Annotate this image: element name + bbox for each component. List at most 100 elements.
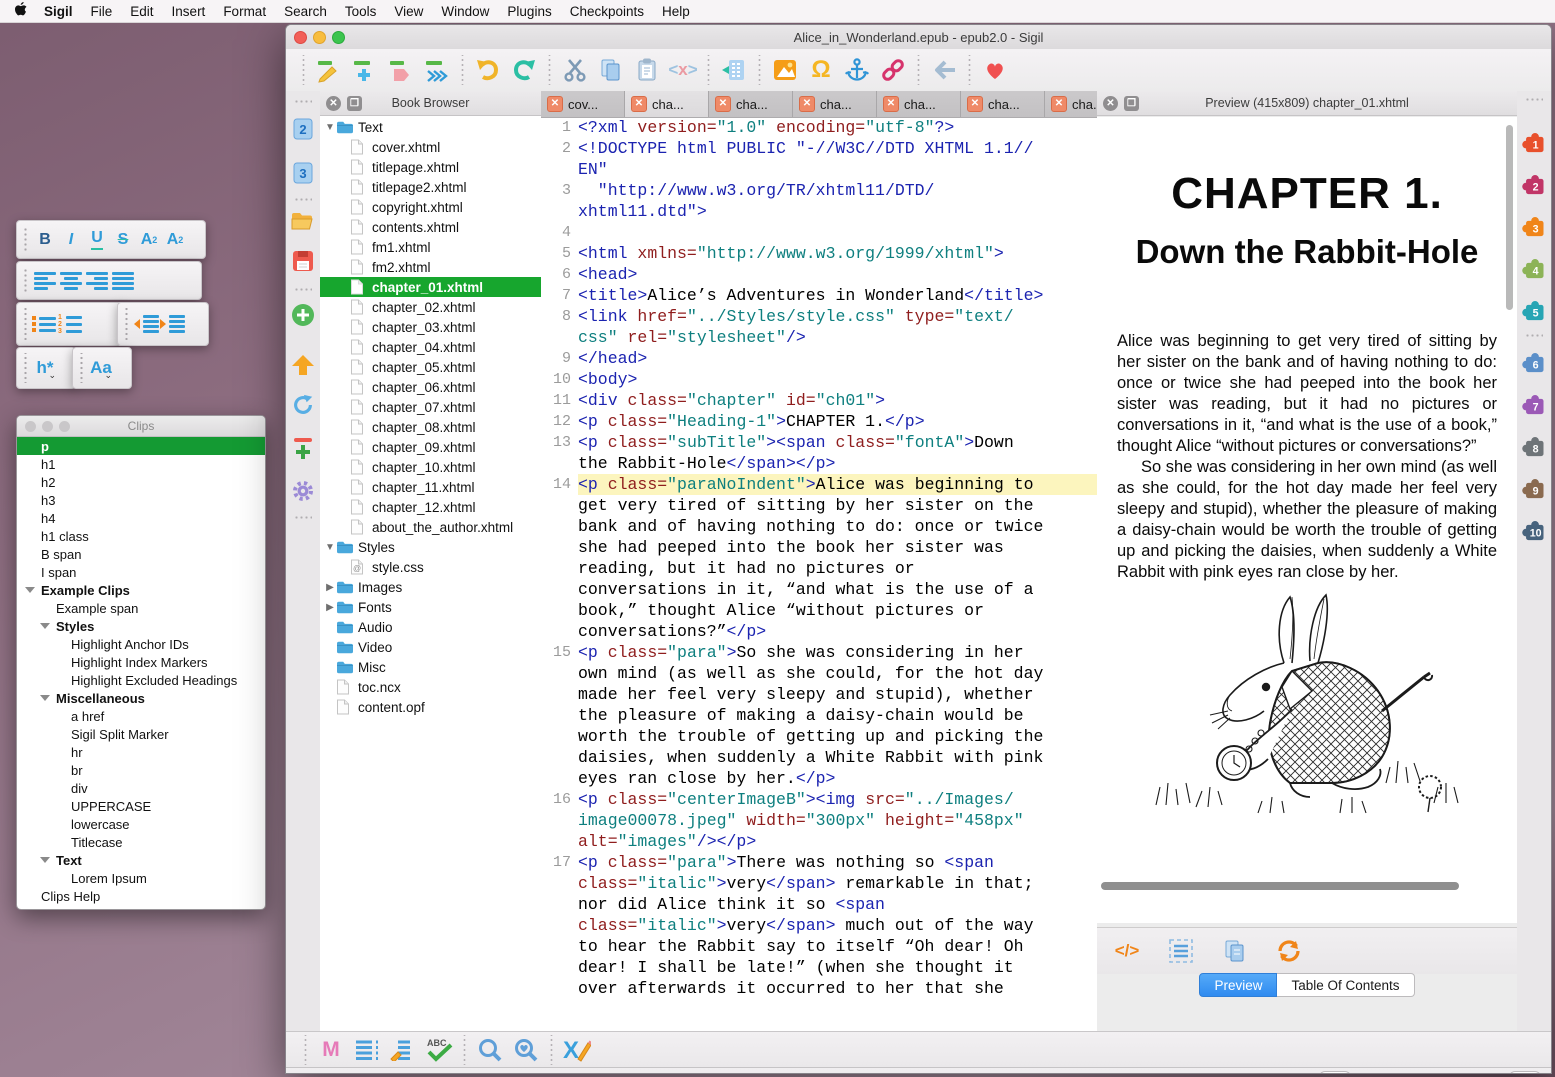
code-line[interactable]: 6<head> <box>541 264 1097 285</box>
spellcheck-icon[interactable]: ABC <box>424 1035 454 1065</box>
tree-file[interactable]: toc.ncx <box>320 677 541 697</box>
split-marker-icon[interactable] <box>291 437 315 461</box>
clip-item[interactable]: h3 <box>17 491 265 509</box>
tree-file[interactable]: content.opf <box>320 697 541 717</box>
donate-heart-icon[interactable] <box>980 55 1010 85</box>
tab-close-icon[interactable]: ✕ <box>631 96 647 112</box>
open-folder-icon[interactable] <box>291 209 315 233</box>
tree-file[interactable]: chapter_09.xhtml <box>320 437 541 457</box>
expand-arrow-icon[interactable]: ▼ <box>324 122 336 133</box>
code-line[interactable]: nor did Alice think it so <span <box>541 894 1097 915</box>
code-line[interactable]: 8<link href="../Styles/style.css" type="… <box>541 306 1097 327</box>
tree-file[interactable]: fm2.xhtml <box>320 257 541 277</box>
code-line[interactable]: book,” thought Alice “without pictures o… <box>541 600 1097 621</box>
find-icon[interactable] <box>475 1035 505 1065</box>
plugin-8-icon[interactable]: 8 <box>1521 433 1548 460</box>
code-line[interactable]: 12<p class="Heading-1">CHAPTER 1.</p> <box>541 411 1097 432</box>
superscript-button[interactable]: A2 <box>162 227 188 253</box>
code-line[interactable]: the Rabbit-Hole</span></p> <box>541 453 1097 474</box>
tab-close-icon[interactable]: ✕ <box>547 96 563 112</box>
tree-file[interactable]: chapter_08.xhtml <box>320 417 541 437</box>
cut-icon[interactable] <box>560 55 590 85</box>
menu-file[interactable]: File <box>82 4 122 19</box>
plugin-6-icon[interactable]: 6 <box>1521 349 1548 376</box>
plugin-4-icon[interactable]: 4 <box>1521 255 1548 282</box>
clip-item[interactable]: h1 <box>17 455 265 473</box>
code-view[interactable]: 1<?xml version="1.0" encoding="utf-8"?>2… <box>541 117 1097 1031</box>
tab-close-icon[interactable]: ✕ <box>883 96 899 112</box>
float-panel-icon[interactable]: ❐ <box>1124 96 1139 111</box>
code-line[interactable]: xhtml11.dtd"> <box>541 201 1097 222</box>
tree-file[interactable]: cover.xhtml <box>320 137 541 157</box>
outdent-button[interactable] <box>133 311 159 337</box>
float-panel-icon[interactable]: ❐ <box>347 96 362 111</box>
code-line[interactable]: 3 "http://www.w3.org/TR/xhtml11/DTD/ <box>541 180 1097 201</box>
tree-folder[interactable]: ▼Styles <box>320 537 541 557</box>
code-line[interactable]: 4 <box>541 222 1097 243</box>
clip-item[interactable]: Styles <box>17 617 265 635</box>
change-case-button[interactable]: Aa⌄ <box>88 355 114 381</box>
clip-item[interactable]: Example span <box>17 599 265 617</box>
clip-item[interactable]: h2 <box>17 473 265 491</box>
tree-file[interactable]: chapter_05.xhtml <box>320 357 541 377</box>
editor-tab[interactable]: ✕cha... <box>709 91 793 117</box>
close-button[interactable] <box>294 31 307 44</box>
tree-file[interactable]: chapter_07.xhtml <box>320 397 541 417</box>
expand-arrow-icon[interactable]: ▶ <box>324 602 336 613</box>
editor-tab[interactable]: ✕cha... <box>793 91 877 117</box>
expand-arrow-icon[interactable]: ▶ <box>324 582 336 593</box>
menu-search[interactable]: Search <box>275 4 336 19</box>
tree-file[interactable]: @style.css <box>320 557 541 577</box>
menu-edit[interactable]: Edit <box>121 4 162 19</box>
clip-item[interactable]: Clips Help <box>17 887 265 905</box>
plugin-1-icon[interactable]: 1 <box>1521 129 1548 156</box>
close-panel-icon[interactable]: ✕ <box>326 96 341 111</box>
tree-file[interactable]: titlepage.xhtml <box>320 157 541 177</box>
code-line[interactable]: 16<p class="centerImageB"><img src="../I… <box>541 789 1097 810</box>
code-line[interactable]: alt="images"/></p> <box>541 831 1097 852</box>
close-button[interactable] <box>25 421 36 432</box>
insert-image-icon[interactable] <box>770 55 800 85</box>
clip-item[interactable]: br <box>17 761 265 779</box>
clip-item[interactable]: Lorem Ipsum <box>17 869 265 887</box>
clip-item[interactable]: UPPERCASE <box>17 797 265 815</box>
code-line[interactable]: 5<html xmlns="http://www.w3.org/1999/xht… <box>541 243 1097 264</box>
tree-file[interactable]: contents.xhtml <box>320 217 541 237</box>
editor-tab[interactable]: ✕cha... <box>877 91 961 117</box>
numbered-list-button[interactable]: 123 <box>58 311 84 337</box>
expand-arrow-icon[interactable]: ▼ <box>324 542 336 553</box>
code-view-icon[interactable]: <x> <box>668 55 698 85</box>
generate-toc-icon[interactable] <box>352 1035 382 1065</box>
tree-folder[interactable]: Misc <box>320 657 541 677</box>
settings-gear-icon[interactable] <box>291 479 315 503</box>
code-line[interactable]: 15<p class="para">So she was considering… <box>541 642 1097 663</box>
menu-tools[interactable]: Tools <box>336 4 386 19</box>
plugin-5-icon[interactable]: 5 <box>1521 297 1548 324</box>
bold-button[interactable]: B <box>32 227 58 253</box>
add-section-icon[interactable] <box>350 55 380 85</box>
code-line[interactable]: class="italic">very</span> remarkable in… <box>541 873 1097 894</box>
code-line[interactable]: the pleasure of making a daisy-chain wou… <box>541 705 1097 726</box>
code-line[interactable]: 13<p class="subTitle"><span class="fontA… <box>541 432 1097 453</box>
bullet-list-button[interactable] <box>32 311 58 337</box>
code-line[interactable]: own mind (as well as she could, for the … <box>541 663 1097 684</box>
code-line[interactable]: 1<?xml version="1.0" encoding="utf-8"?> <box>541 117 1097 138</box>
code-line[interactable]: over afterwards it occurred to her that … <box>541 978 1097 999</box>
menu-checkpoints[interactable]: Checkpoints <box>561 4 653 19</box>
tree-folder[interactable]: ▼Text <box>320 117 541 137</box>
drag-handle[interactable] <box>22 226 29 253</box>
refresh-icon[interactable] <box>291 393 315 417</box>
paste-icon[interactable] <box>632 55 662 85</box>
insert-file-icon[interactable] <box>719 55 749 85</box>
split-view-2-icon[interactable]: 2 <box>291 117 315 141</box>
code-line[interactable]: to hear the Rabbit say to itself “Oh dea… <box>541 936 1097 957</box>
move-up-icon[interactable] <box>291 353 315 377</box>
menu-format[interactable]: Format <box>214 4 275 19</box>
plugin-7-icon[interactable]: 7 <box>1521 391 1548 418</box>
apple-icon[interactable] <box>14 2 27 20</box>
code-line[interactable]: 17<p class="para">There was nothing so <… <box>541 852 1097 873</box>
drag-handle[interactable] <box>22 267 29 294</box>
code-line[interactable]: image00078.jpeg" width="300px" height="4… <box>541 810 1097 831</box>
align-justify-button[interactable] <box>110 268 136 294</box>
menu-plugins[interactable]: Plugins <box>498 4 560 19</box>
